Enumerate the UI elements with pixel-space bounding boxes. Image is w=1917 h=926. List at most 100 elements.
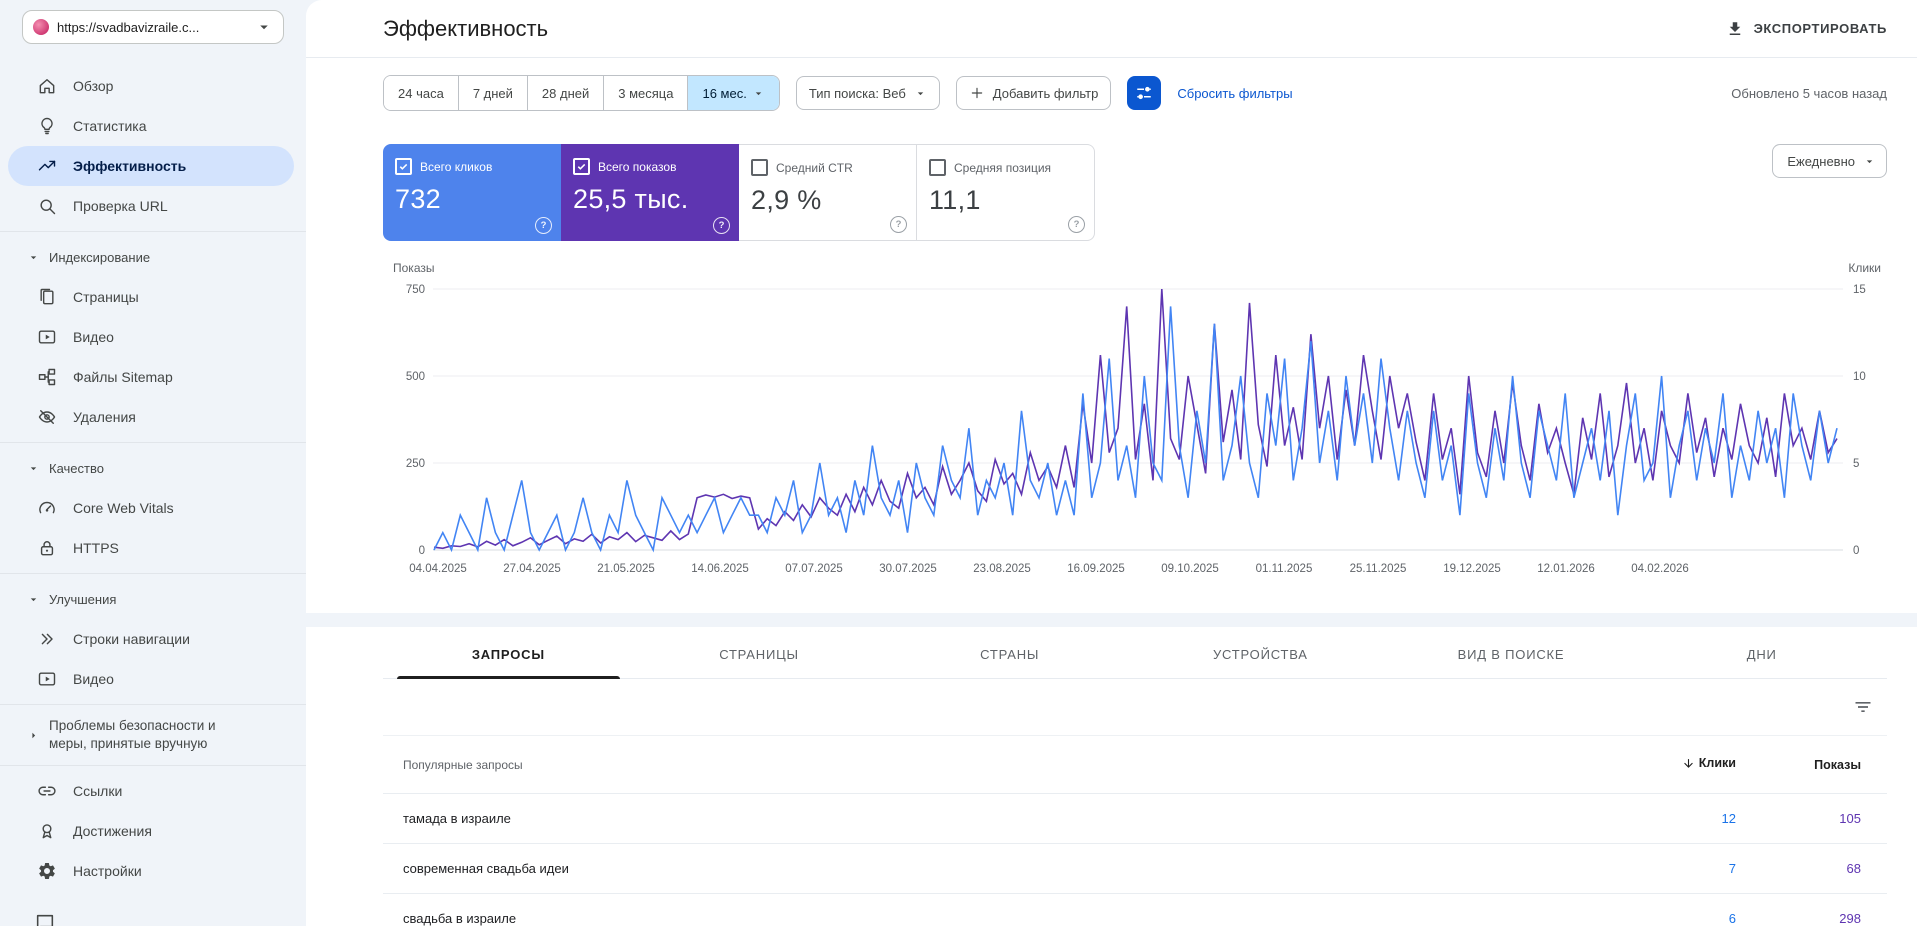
- sidebar-item-url-inspection[interactable]: Проверка URL: [8, 186, 294, 226]
- sidebar-item-label: Страницы: [73, 289, 139, 305]
- lock-icon: [37, 538, 57, 558]
- metric-label: Средний CTR: [776, 161, 853, 175]
- sidebar-item-breadcrumbs[interactable]: Строки навигации: [8, 619, 294, 659]
- sidebar-item-label: Настройки: [73, 863, 142, 879]
- tab-pages[interactable]: СТРАНИЦЫ: [634, 627, 885, 678]
- impressions-cell: 105: [1736, 811, 1887, 826]
- range-16m[interactable]: 16 мес.: [687, 76, 778, 110]
- sidebar-section-experience[interactable]: Качество: [0, 448, 306, 488]
- eye-off-icon: [37, 407, 57, 427]
- sidebar-item-label: Проблемы безопасности и меры, принятые в…: [49, 717, 257, 752]
- tab-devices[interactable]: УСТРОЙСТВА: [1135, 627, 1386, 678]
- sidebar-item-pages[interactable]: Страницы: [8, 277, 294, 317]
- add-filter-chip[interactable]: Добавить фильтр: [956, 76, 1112, 110]
- performance-chart-svg[interactable]: 750155001025050004.04.202527.04.202521.0…: [383, 279, 1887, 579]
- range-3m[interactable]: 3 месяца: [603, 76, 687, 110]
- chevron-down-icon: [27, 462, 40, 475]
- tab-dates[interactable]: ДНИ: [1636, 627, 1887, 678]
- range-24h[interactable]: 24 часа: [384, 76, 458, 110]
- checkbox-unchecked-icon[interactable]: [751, 159, 768, 176]
- help-icon[interactable]: ?: [890, 216, 907, 233]
- tab-queries[interactable]: ЗАПРОСЫ: [383, 627, 634, 678]
- sidebar-item-label: Видео: [73, 329, 114, 345]
- checkbox-checked-icon[interactable]: [395, 158, 412, 175]
- help-icon[interactable]: ?: [535, 217, 552, 234]
- property-selector[interactable]: https://svadbavizraile.c...: [22, 10, 284, 44]
- checkbox-unchecked-icon[interactable]: [929, 159, 946, 176]
- sidebar-item-videos-enhancement[interactable]: Видео: [8, 659, 294, 699]
- table-filter-icon[interactable]: [1853, 697, 1873, 717]
- column-header-clicks[interactable]: Клики: [1616, 756, 1736, 773]
- metric-value: 732: [395, 184, 549, 215]
- column-header-impressions[interactable]: Показы: [1736, 758, 1887, 772]
- tab-countries[interactable]: СТРАНЫ: [884, 627, 1135, 678]
- chevron-down-icon: [1863, 155, 1876, 168]
- clicks-line: [434, 306, 1837, 550]
- table-row[interactable]: тамада в израиле 12 105: [383, 794, 1887, 844]
- sidebar-item-performance[interactable]: Эффективность: [8, 146, 294, 186]
- metric-card-position[interactable]: Средняя позиция 11,1 ?: [917, 144, 1095, 241]
- sidebar-item-links[interactable]: Ссылки: [8, 771, 294, 811]
- sidebar-item-label: Видео: [73, 671, 114, 687]
- sidebar-item-label: Ссылки: [73, 783, 122, 799]
- column-header-label: Клики: [1699, 756, 1736, 770]
- metric-card-impressions[interactable]: Всего показов 25,5 тыс. ?: [561, 144, 739, 241]
- search-type-chip[interactable]: Тип поиска: Веб: [796, 76, 940, 110]
- chevron-right-icon: [27, 729, 40, 742]
- x-axis-label: 01.11.2025: [1256, 563, 1313, 575]
- table-row[interactable]: свадьба в израиле 6 298: [383, 894, 1887, 926]
- site-favicon: [33, 19, 49, 35]
- metric-card-clicks[interactable]: Всего кликов 732 ?: [383, 144, 561, 241]
- add-filter-label: Добавить фильтр: [993, 86, 1099, 101]
- help-icon[interactable]: ?: [1068, 216, 1085, 233]
- sidebar-section-enhancements[interactable]: Улучшения: [0, 579, 306, 619]
- metric-card-ctr[interactable]: Средний CTR 2,9 % ?: [739, 144, 917, 241]
- sidebar-item-settings[interactable]: Настройки: [8, 851, 294, 891]
- sidebar-item-label: Core Web Vitals: [73, 500, 174, 516]
- sidebar-item-overview[interactable]: Обзор: [8, 66, 294, 106]
- sidebar: https://svadbavizraile.c... Обзор Статис…: [0, 0, 306, 926]
- table-row[interactable]: современная свадьба идеи 7 68: [383, 844, 1887, 894]
- sidebar-item-sitemaps[interactable]: Файлы Sitemap: [8, 357, 294, 397]
- clicks-axis-tick: 5: [1853, 458, 1859, 470]
- clicks-axis-tick: 15: [1853, 284, 1866, 296]
- range-28d[interactable]: 28 дней: [527, 76, 603, 110]
- x-axis-label: 25.11.2025: [1350, 563, 1407, 575]
- gear-icon: [37, 861, 57, 881]
- sidebar-section-label: Качество: [49, 461, 104, 476]
- filter-settings-button[interactable]: [1127, 76, 1161, 110]
- sidebar-item-achievements[interactable]: Достижения: [8, 811, 294, 851]
- search-icon: [37, 196, 57, 216]
- feedback-icon[interactable]: [34, 912, 56, 926]
- clicks-cell: 7: [1616, 861, 1736, 876]
- section-divider-band: [306, 613, 1917, 627]
- sidebar-item-insights[interactable]: Статистика: [8, 106, 294, 146]
- reset-filters-link[interactable]: Сбросить фильтры: [1177, 86, 1292, 101]
- property-url: https://svadbavizraile.c...: [57, 20, 247, 35]
- divider: [0, 765, 306, 766]
- left-axis-title: Показы: [393, 261, 434, 277]
- divider: [0, 442, 306, 443]
- metric-value: 25,5 тыс.: [573, 184, 727, 215]
- granularity-dropdown[interactable]: Ежедневно: [1772, 144, 1887, 178]
- checkbox-checked-icon[interactable]: [573, 158, 590, 175]
- metrics-row: Всего кликов 732 ? Всего показов 25,5 ты…: [383, 144, 1887, 241]
- range-7d[interactable]: 7 дней: [458, 76, 527, 110]
- sidebar-item-label: Удаления: [73, 409, 136, 425]
- clicks-axis-tick: 10: [1853, 371, 1866, 383]
- help-icon[interactable]: ?: [713, 217, 730, 234]
- sidebar-section-indexing[interactable]: Индексирование: [0, 237, 306, 277]
- export-button[interactable]: ЭКСПОРТИРОВАТЬ: [1726, 20, 1887, 38]
- sidebar-item-https[interactable]: HTTPS: [8, 528, 294, 568]
- sidebar-item-label: Файлы Sitemap: [73, 369, 173, 385]
- sidebar-item-video[interactable]: Видео: [8, 317, 294, 357]
- date-range-group: 24 часа 7 дней 28 дней 3 месяца 16 мес.: [383, 75, 780, 111]
- tab-search-appearance[interactable]: ВИД В ПОИСКЕ: [1386, 627, 1637, 678]
- sidebar-item-security-manual-actions[interactable]: Проблемы безопасности и меры, принятые в…: [8, 710, 294, 760]
- impressions-axis-tick: 500: [406, 371, 425, 383]
- sidebar-item-core-web-vitals[interactable]: Core Web Vitals: [8, 488, 294, 528]
- sidebar-item-removals[interactable]: Удаления: [8, 397, 294, 437]
- impressions-axis-tick: 0: [419, 545, 425, 557]
- impressions-cell: 298: [1736, 911, 1887, 926]
- video-icon: [37, 669, 57, 689]
